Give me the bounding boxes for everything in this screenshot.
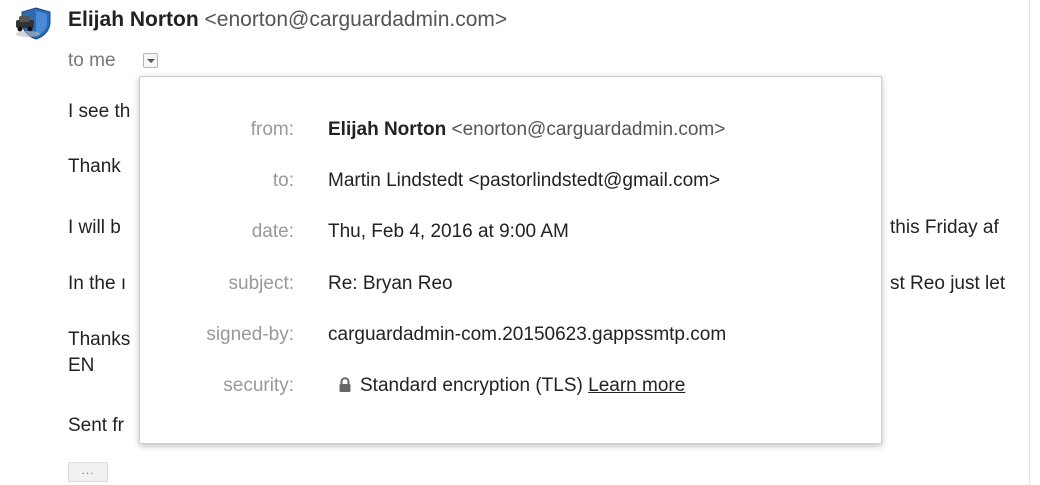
from-email: <enorton@carguardadmin.com> bbox=[451, 119, 726, 140]
message-body-line: this Friday af bbox=[890, 217, 999, 238]
message-body-line: I will b bbox=[68, 217, 121, 238]
from-label: from: bbox=[250, 119, 294, 140]
sender-email: <enorton@carguardadmin.com> bbox=[204, 8, 508, 31]
message-body-line: Sent fr bbox=[68, 415, 124, 436]
recipient-summary: to me bbox=[68, 50, 116, 71]
date-value: Thu, Feb 4, 2016 at 9:00 AM bbox=[328, 221, 569, 242]
message-body-line: st Reo just let bbox=[890, 273, 1006, 294]
show-details-button[interactable] bbox=[143, 53, 158, 68]
details-row-to: to: Martin Lindstedt <pastorlindstedt@gm… bbox=[140, 170, 881, 196]
security-label: security: bbox=[223, 375, 294, 396]
signed-by-value: carguardadmin-com.20150623.gappssmtp.com bbox=[328, 324, 727, 345]
signed-by-label: signed-by: bbox=[206, 324, 294, 345]
security-value: Standard encryption (TLS) Learn more bbox=[328, 375, 685, 397]
sender-line: Elijah Norton <enorton@carguardadmin.com… bbox=[68, 8, 507, 32]
details-row-subject: subject: Re: Bryan Reo bbox=[140, 273, 881, 299]
details-row-signed-by: signed-by: carguardadmin-com.20150623.ga… bbox=[140, 324, 881, 350]
chevron-down-icon bbox=[147, 59, 155, 63]
lock-icon bbox=[339, 377, 351, 392]
subject-value: Re: Bryan Reo bbox=[328, 273, 453, 294]
from-value: Elijah Norton <enorton@carguardadmin.com… bbox=[328, 119, 725, 141]
show-trimmed-content-button[interactable]: ... bbox=[68, 462, 108, 482]
to-label: to: bbox=[272, 170, 294, 191]
message-body-line: I see th bbox=[68, 101, 131, 122]
from-name[interactable]: Elijah Norton bbox=[328, 119, 446, 140]
message-details-popup: from: Elijah Norton <enorton@carguardadm… bbox=[139, 76, 882, 444]
learn-more-link[interactable]: Learn more bbox=[588, 375, 685, 396]
details-row-security: security: Standard encryption (TLS) Lear… bbox=[140, 375, 881, 401]
pane-border bbox=[1029, 0, 1030, 485]
date-label: date: bbox=[251, 221, 294, 242]
security-text: Standard encryption (TLS) bbox=[360, 375, 583, 396]
sender-avatar-icon bbox=[16, 7, 51, 40]
details-row-date: date: Thu, Feb 4, 2016 at 9:00 AM bbox=[140, 221, 881, 247]
message-body-line: In the ı bbox=[68, 273, 127, 294]
message-body-line: Thank bbox=[68, 156, 121, 177]
sender-name[interactable]: Elijah Norton bbox=[68, 8, 199, 31]
to-value: Martin Lindstedt <pastorlindstedt@gmail.… bbox=[328, 170, 721, 191]
details-row-from: from: Elijah Norton <enorton@carguardadm… bbox=[140, 119, 881, 145]
subject-label: subject: bbox=[228, 273, 294, 294]
message-body-line: EN bbox=[68, 355, 95, 376]
message-body-line: Thanks bbox=[68, 329, 131, 350]
